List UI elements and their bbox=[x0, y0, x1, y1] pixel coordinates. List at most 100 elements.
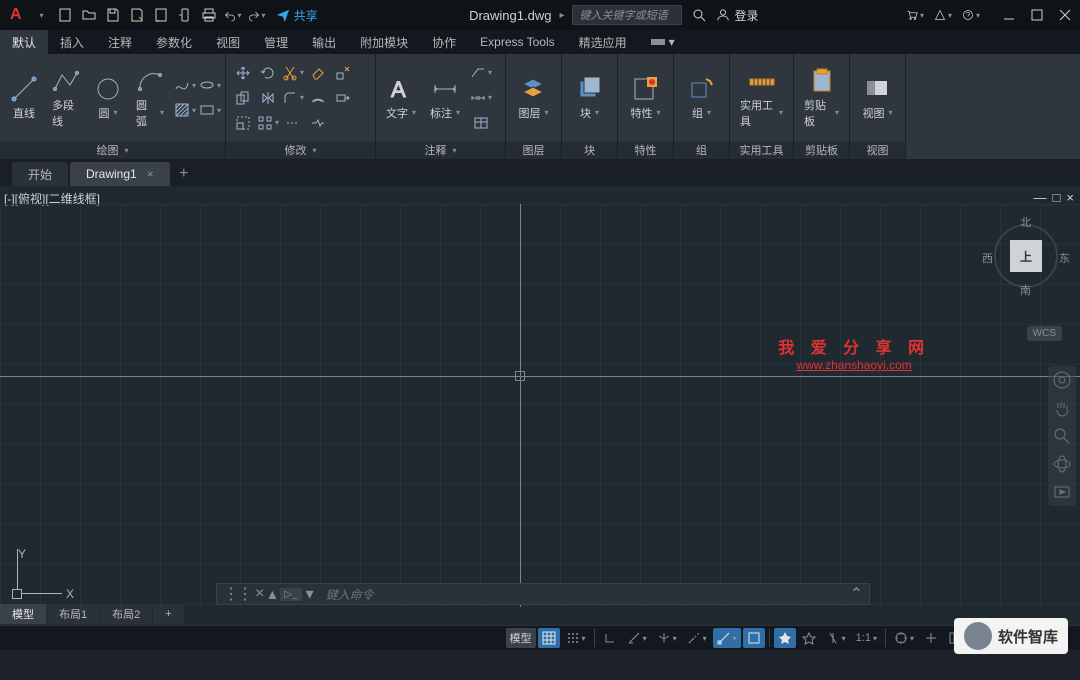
close-icon[interactable] bbox=[1056, 6, 1074, 24]
tab-insert[interactable]: 插入 bbox=[48, 30, 96, 54]
array-icon[interactable] bbox=[257, 112, 279, 134]
zoom-icon[interactable] bbox=[1052, 426, 1072, 446]
tab-default[interactable]: 默认 bbox=[0, 30, 48, 54]
status-grid-icon[interactable] bbox=[538, 628, 560, 648]
fullnav-icon[interactable] bbox=[1052, 370, 1072, 390]
hatch-icon[interactable] bbox=[174, 99, 196, 121]
arc-button[interactable]: 圆弧 bbox=[132, 65, 168, 131]
share-button[interactable]: 共享 bbox=[272, 7, 322, 24]
add-layout-icon[interactable]: + bbox=[153, 604, 183, 624]
vp-maximize-icon[interactable]: □ bbox=[1053, 190, 1061, 205]
status-model[interactable]: 模型 bbox=[506, 628, 536, 648]
layout-1[interactable]: 布局1 bbox=[47, 604, 99, 624]
new-icon[interactable] bbox=[56, 6, 74, 24]
move-icon[interactable] bbox=[232, 62, 254, 84]
ellipse-icon[interactable] bbox=[199, 74, 221, 96]
panel-properties-title[interactable]: 特性 bbox=[618, 141, 673, 159]
line-button[interactable]: 直线 bbox=[6, 73, 42, 123]
print-icon[interactable] bbox=[200, 6, 218, 24]
tab-collab[interactable]: 协作 bbox=[420, 30, 468, 54]
circle-button[interactable]: 圆 bbox=[90, 73, 126, 123]
open-icon[interactable] bbox=[80, 6, 98, 24]
panel-utilities-title[interactable]: 实用工具 bbox=[730, 141, 793, 159]
tab-annotate[interactable]: 注释 bbox=[96, 30, 144, 54]
app-menu-icon[interactable] bbox=[32, 6, 50, 24]
status-lwt-icon[interactable] bbox=[743, 628, 765, 648]
panel-block-title[interactable]: 块 bbox=[562, 141, 617, 159]
wcs-badge[interactable]: WCS bbox=[1027, 326, 1062, 341]
stretch-icon[interactable] bbox=[332, 87, 354, 109]
cmd-history-icon[interactable]: ▴ bbox=[268, 584, 276, 604]
fillet-icon[interactable] bbox=[282, 87, 304, 109]
login-button[interactable]: 登录 bbox=[716, 7, 758, 24]
dimcont-icon[interactable] bbox=[470, 87, 492, 109]
trim-icon[interactable] bbox=[282, 62, 304, 84]
orbit-icon[interactable] bbox=[1052, 454, 1072, 474]
spline-icon[interactable] bbox=[174, 74, 196, 96]
maximize-icon[interactable] bbox=[1028, 6, 1046, 24]
status-osnap-icon[interactable] bbox=[713, 628, 741, 648]
erase-icon[interactable] bbox=[307, 62, 329, 84]
status-otrack-icon[interactable] bbox=[683, 628, 711, 648]
utilities-button[interactable]: 实用工具 bbox=[736, 65, 787, 131]
clipboard-button[interactable]: 剪贴板 bbox=[800, 65, 843, 131]
tab-expand-icon[interactable]: ▾ bbox=[639, 30, 687, 54]
dimension-button[interactable]: 标注 bbox=[426, 73, 464, 123]
lengthen-icon[interactable] bbox=[282, 112, 304, 134]
search-icon[interactable] bbox=[690, 6, 708, 24]
scale-icon[interactable] bbox=[232, 112, 254, 134]
status-snap-icon[interactable] bbox=[562, 628, 590, 648]
minimize-icon[interactable] bbox=[1000, 6, 1018, 24]
autodesk-icon[interactable] bbox=[934, 6, 952, 24]
command-line[interactable]: ⋮⋮ × ▴ ▷_▾ 键入命令 ⌃ bbox=[216, 583, 870, 605]
tab-addins[interactable]: 附加模块 bbox=[348, 30, 420, 54]
tab-parametric[interactable]: 参数化 bbox=[144, 30, 204, 54]
help-icon[interactable] bbox=[962, 6, 980, 24]
save-icon[interactable] bbox=[104, 6, 122, 24]
layout-model[interactable]: 模型 bbox=[0, 604, 46, 624]
panel-modify-title[interactable]: 修改 bbox=[226, 141, 375, 159]
viewcube[interactable]: 上 北 南 东 西 bbox=[986, 216, 1066, 296]
tab-manage[interactable]: 管理 bbox=[252, 30, 300, 54]
panel-view-title[interactable]: 视图 bbox=[850, 141, 905, 159]
tab-featured[interactable]: 精选应用 bbox=[567, 30, 639, 54]
mobile-icon[interactable] bbox=[176, 6, 194, 24]
offset-icon[interactable] bbox=[307, 87, 329, 109]
pan-icon[interactable] bbox=[1052, 398, 1072, 418]
panel-layers-title[interactable]: 图层 bbox=[506, 141, 561, 159]
search-input[interactable]: 键入关键字或短语 bbox=[572, 5, 682, 25]
explode-icon[interactable] bbox=[332, 62, 354, 84]
copy-icon[interactable] bbox=[232, 87, 254, 109]
group-button[interactable]: 组 bbox=[684, 73, 720, 123]
cmd-drag-icon[interactable]: ⋮⋮ bbox=[223, 584, 251, 604]
leader-icon[interactable] bbox=[470, 62, 492, 84]
rectangle-icon[interactable] bbox=[199, 99, 221, 121]
viewpanel-button[interactable]: 视图 bbox=[858, 73, 896, 123]
cart-icon[interactable] bbox=[906, 6, 924, 24]
status-anno2-icon[interactable] bbox=[798, 628, 820, 648]
panel-group-title[interactable]: 组 bbox=[674, 141, 729, 159]
status-workspace-icon[interactable] bbox=[890, 628, 918, 648]
properties-button[interactable]: 特性 bbox=[626, 73, 664, 123]
status-ortho-icon[interactable] bbox=[599, 628, 621, 648]
status-scale[interactable]: 1:1 bbox=[852, 628, 881, 648]
status-anno3-icon[interactable] bbox=[822, 628, 850, 648]
layers-button[interactable]: 图层 bbox=[514, 73, 552, 123]
panel-clipboard-title[interactable]: 剪贴板 bbox=[794, 141, 849, 159]
vp-minimize-icon[interactable]: — bbox=[1034, 190, 1047, 205]
rotate-icon[interactable] bbox=[257, 62, 279, 84]
status-anno-icon[interactable] bbox=[774, 628, 796, 648]
table-icon[interactable] bbox=[470, 112, 492, 134]
text-button[interactable]: A 文字 bbox=[382, 73, 420, 123]
tab-drawing[interactable]: Drawing1× bbox=[70, 162, 170, 186]
status-monitor-icon[interactable] bbox=[920, 628, 942, 648]
cmd-expand-icon[interactable]: ⌃ bbox=[844, 584, 869, 604]
polyline-button[interactable]: 多段线 bbox=[48, 65, 84, 131]
tab-output[interactable]: 输出 bbox=[300, 30, 348, 54]
tab-start[interactable]: 开始 bbox=[12, 162, 68, 186]
showmotion-icon[interactable] bbox=[1052, 482, 1072, 502]
close-tab-icon[interactable]: × bbox=[147, 167, 154, 181]
redo-icon[interactable] bbox=[248, 6, 266, 24]
break-icon[interactable] bbox=[307, 112, 329, 134]
block-button[interactable]: 块 bbox=[572, 73, 608, 123]
